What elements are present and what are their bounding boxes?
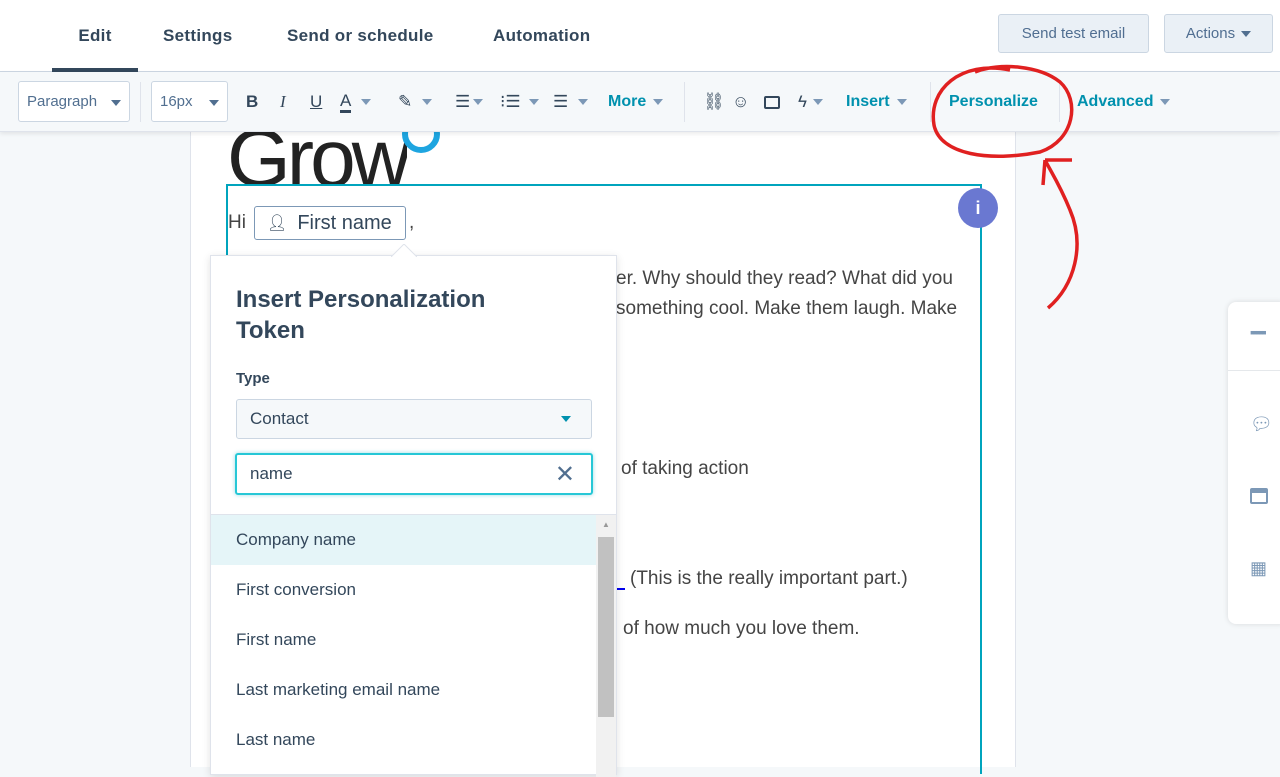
paragraph-select[interactable]: Paragraph bbox=[18, 81, 130, 122]
comma: , bbox=[409, 212, 415, 233]
numbered-list-button[interactable]: ☰ bbox=[553, 72, 589, 132]
type-select[interactable]: Contact bbox=[236, 399, 592, 439]
chevron-down-icon bbox=[361, 99, 372, 105]
top-bar: Edit Settings Send or schedule Automatio… bbox=[0, 0, 1280, 72]
more-button[interactable]: More bbox=[608, 72, 664, 132]
paragraph-label: Paragraph bbox=[27, 93, 98, 110]
info-badge[interactable]: i bbox=[958, 188, 998, 228]
divider bbox=[1059, 82, 1060, 122]
font-size-select[interactable]: 16px bbox=[151, 81, 228, 122]
body-line: er. Why should they read? What did you bbox=[616, 268, 953, 289]
greeting: Hi bbox=[228, 212, 246, 233]
actions-button[interactable]: Actions bbox=[1164, 14, 1273, 53]
calendar-icon[interactable]: ▦ bbox=[1250, 558, 1267, 579]
chevron-down-icon bbox=[422, 99, 433, 105]
token-search-input[interactable]: name ✕ bbox=[235, 453, 593, 495]
list-item[interactable]: Last name bbox=[211, 715, 596, 765]
list-item[interactable]: First name bbox=[211, 615, 596, 665]
tab-settings[interactable]: Settings bbox=[163, 0, 232, 72]
annotation-arrow bbox=[1041, 158, 1079, 310]
popover-arrow bbox=[391, 244, 417, 257]
font-color-button[interactable]: A bbox=[340, 72, 372, 132]
body-line: of how much you love them. bbox=[623, 618, 860, 639]
scrollbar-thumb[interactable] bbox=[598, 537, 614, 717]
chevron-down-icon bbox=[1160, 99, 1171, 105]
divider bbox=[1228, 370, 1280, 371]
divider bbox=[930, 82, 931, 122]
actions-label: Actions bbox=[1185, 25, 1236, 42]
type-value: Contact bbox=[250, 409, 309, 428]
align-left-icon: ☰ bbox=[455, 92, 471, 111]
tab-send-or-schedule[interactable]: Send or schedule bbox=[287, 0, 434, 72]
inbox-icon[interactable] bbox=[1250, 488, 1268, 509]
scrollbar[interactable]: ▲ bbox=[596, 515, 616, 777]
contact-icon: 👤︎ bbox=[267, 215, 288, 232]
body-line: (This is the really important part.) bbox=[630, 568, 908, 589]
type-label: Type bbox=[236, 370, 270, 387]
smart-content-button[interactable]: ϟ bbox=[798, 72, 823, 132]
advanced-label: Advanced bbox=[1077, 93, 1154, 110]
send-test-email-button[interactable]: Send test email bbox=[998, 14, 1149, 53]
underline-button[interactable]: U bbox=[310, 72, 322, 132]
lightning-icon: ϟ bbox=[798, 92, 807, 111]
divider bbox=[140, 82, 141, 122]
chevron-down-icon bbox=[473, 99, 484, 105]
bulleted-list-icon: ⁝☰ bbox=[500, 92, 521, 111]
insert-label: Insert bbox=[846, 93, 890, 110]
italic-button[interactable]: I bbox=[280, 72, 286, 132]
highlight-button[interactable]: ✎ bbox=[398, 72, 433, 132]
list-item[interactable]: Last marketing email name bbox=[211, 665, 596, 715]
chevron-down-icon bbox=[578, 99, 589, 105]
link-button[interactable]: ⛓ bbox=[703, 72, 725, 132]
divider bbox=[684, 82, 685, 122]
list-item[interactable]: First conversion bbox=[211, 565, 596, 615]
font-color-icon: A bbox=[340, 91, 352, 113]
tab-automation[interactable]: Automation bbox=[493, 0, 590, 72]
chevron-down-icon bbox=[209, 100, 219, 106]
insert-button[interactable]: Insert bbox=[846, 72, 907, 132]
search-value: name bbox=[250, 464, 293, 483]
chevron-down-icon bbox=[813, 99, 823, 105]
body-line: something cool. Make them laugh. Make bbox=[616, 298, 958, 319]
popover-title: Insert Personalization Token bbox=[236, 286, 486, 344]
personalize-button[interactable]: Personalize bbox=[949, 72, 1038, 132]
chevron-down-icon bbox=[111, 100, 121, 106]
bold-button[interactable]: B bbox=[246, 72, 258, 132]
advanced-button[interactable]: Advanced bbox=[1077, 72, 1171, 132]
first-name-token[interactable]: 👤︎ First name bbox=[254, 206, 406, 240]
list-item[interactable]: Company name bbox=[211, 515, 596, 565]
emoji-button[interactable]: ☺ bbox=[732, 72, 749, 132]
body-line: of taking action bbox=[621, 458, 749, 479]
token-list: Company name First conversion First name… bbox=[211, 514, 616, 777]
image-icon bbox=[764, 95, 780, 109]
emoji-icon: ☺ bbox=[732, 92, 750, 111]
chat-icon[interactable]: 💬︎ bbox=[1250, 414, 1273, 435]
tab-edit[interactable]: Edit bbox=[52, 0, 138, 72]
chevron-down-icon bbox=[896, 99, 907, 105]
font-size-label: 16px bbox=[160, 93, 193, 110]
grid-icon[interactable]: ▪▪▪▪▪ bbox=[1250, 324, 1267, 340]
personalization-popover: Insert Personalization Token Type Contac… bbox=[210, 244, 617, 777]
more-label: More bbox=[608, 93, 647, 110]
highlighter-icon: ✎ bbox=[398, 92, 413, 111]
token-label: First name bbox=[297, 211, 392, 234]
chevron-down-icon bbox=[1241, 30, 1252, 37]
editor-toolbar: Paragraph 16px B I U A ✎ ☰ ⁝☰ ☰ More ⛓ ☺… bbox=[0, 72, 1280, 132]
clear-icon[interactable]: ✕ bbox=[555, 460, 575, 489]
scroll-up-icon[interactable]: ▲ bbox=[596, 520, 616, 529]
chevron-down-icon bbox=[528, 99, 539, 105]
chevron-down-icon bbox=[653, 99, 664, 105]
numbered-list-icon: ☰ bbox=[553, 92, 569, 111]
side-rail: ▪▪▪▪▪ 💬︎ ▦ bbox=[1228, 302, 1280, 624]
image-button[interactable] bbox=[764, 72, 780, 132]
link-icon: ⛓ bbox=[703, 92, 725, 111]
align-button[interactable]: ☰ bbox=[455, 72, 484, 132]
bulleted-list-button[interactable]: ⁝☰ bbox=[500, 72, 539, 132]
chevron-down-icon bbox=[561, 416, 571, 422]
